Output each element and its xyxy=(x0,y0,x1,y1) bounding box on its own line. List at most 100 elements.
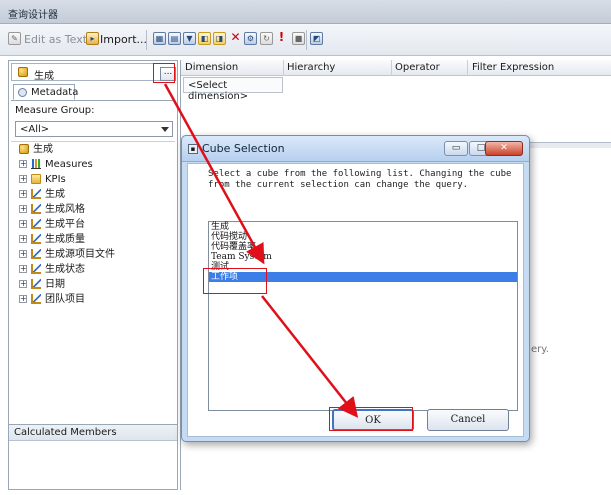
annotation-highlight-ok xyxy=(329,407,413,431)
window-title: 查询设计器 xyxy=(8,10,58,21)
tree-item[interactable]: + 生成风格 xyxy=(11,202,175,217)
chevron-down-icon xyxy=(161,127,169,132)
metadata-icon xyxy=(18,88,27,97)
tree-item-label: 生成 xyxy=(45,189,65,200)
tab-metadata[interactable]: Metadata xyxy=(13,84,79,100)
expand-icon[interactable]: + xyxy=(19,265,27,273)
dimension-icon xyxy=(31,264,41,274)
tree-item[interactable]: + KPIs xyxy=(11,172,175,187)
tree-item[interactable]: + 团队项目 xyxy=(11,292,175,307)
results-note: ery. xyxy=(531,344,549,355)
annotation-highlight-cube xyxy=(203,268,267,294)
select-dimension-cell[interactable]: <Select dimension> xyxy=(183,77,283,102)
window-title-bar: 查询设计器 xyxy=(0,0,611,24)
dialog-title: Cube Selection xyxy=(202,142,285,155)
tree-item-label: 生成状态 xyxy=(45,264,85,275)
expand-icon[interactable]: + xyxy=(19,250,27,258)
tree-item[interactable]: + 生成状态 xyxy=(11,262,175,277)
tree-item[interactable]: + 日期 xyxy=(11,277,175,292)
tab-metadata-label: Metadata xyxy=(31,87,79,98)
add-calculated-member-icon[interactable]: ▦ xyxy=(153,32,166,45)
kpi-icon xyxy=(31,174,41,184)
tree-item-label: 生成质量 xyxy=(45,234,85,245)
toolbar-separator xyxy=(306,30,307,50)
tree-item-label: 生成平台 xyxy=(45,219,85,230)
execute-icon[interactable]: ! xyxy=(275,31,288,45)
metadata-tree: 生成 + Measures + KPIs + 生成 + 生成风格 + 生成平台 xyxy=(11,141,175,425)
dialog-icon: ▪ xyxy=(188,144,198,154)
tree-item-label: KPIs xyxy=(45,174,66,185)
measure-group-select[interactable]: <All> xyxy=(15,121,173,137)
measure-group-value: <All> xyxy=(20,124,50,135)
cube-icon xyxy=(18,67,28,77)
dimension-icon xyxy=(31,219,41,229)
design-mode-icon[interactable]: ◩ xyxy=(310,32,323,45)
expand-icon[interactable]: + xyxy=(19,295,27,303)
expand-icon[interactable]: + xyxy=(19,220,27,228)
col-filter-expression: Filter Expression xyxy=(472,62,555,73)
tree-item[interactable]: + Measures xyxy=(11,157,175,172)
close-button[interactable]: ✕ xyxy=(485,141,523,156)
dialog-message: Select a cube from the following list. C… xyxy=(208,169,512,190)
column-divider xyxy=(391,60,392,76)
cube-selector: 生成 ... xyxy=(11,63,176,82)
auto-execute-icon[interactable]: ◨ xyxy=(213,32,226,45)
col-operator: Operator xyxy=(395,62,440,73)
col-dimension: Dimension xyxy=(185,62,239,73)
expand-icon[interactable]: + xyxy=(19,190,27,198)
cube-list-item[interactable]: Team System xyxy=(209,252,517,262)
dimension-icon xyxy=(31,249,41,259)
calculated-members-pane: Calculated Members xyxy=(8,424,178,490)
cube-list-item[interactable]: 代码覆盖率 xyxy=(209,242,517,252)
cube-list-item[interactable]: 代码搅动 xyxy=(209,232,517,242)
minimize-button[interactable]: ▭ xyxy=(444,141,468,156)
expand-icon[interactable]: + xyxy=(19,175,27,183)
refresh-icon[interactable]: ↻ xyxy=(260,32,273,45)
expand-icon[interactable]: + xyxy=(19,160,27,168)
cube-name: 生成 xyxy=(34,71,54,82)
grid-header: Dimension Hierarchy Operator Filter Expr… xyxy=(181,60,611,76)
annotation-highlight-browse xyxy=(153,63,175,83)
cancel-button[interactable]: Cancel xyxy=(427,409,509,431)
show-empty-cells-icon[interactable]: ◧ xyxy=(198,32,211,45)
dialog-title-bar: ▪ Cube Selection ▭ □ ✕ xyxy=(182,136,529,162)
calculated-members-title: Calculated Members xyxy=(9,425,177,441)
dimension-icon xyxy=(31,234,41,244)
import-icon: ▸ xyxy=(86,32,99,45)
expand-icon[interactable]: + xyxy=(19,235,27,243)
expand-icon[interactable]: + xyxy=(19,205,27,213)
column-divider xyxy=(283,60,284,76)
column-divider xyxy=(467,60,468,76)
measure-group-label: Measure Group: xyxy=(15,105,95,116)
cancel-query-icon[interactable]: ■ xyxy=(292,32,305,45)
delete-x-icon[interactable]: ✕ xyxy=(229,31,242,45)
dimension-icon xyxy=(31,279,41,289)
expand-icon[interactable]: + xyxy=(19,280,27,288)
toolbar-separator xyxy=(146,30,147,50)
tree-item-label: 日期 xyxy=(45,279,65,290)
filter-icon[interactable]: ▼ xyxy=(183,32,196,45)
import-button[interactable]: Import... xyxy=(100,33,147,46)
tree-item-label: 生成 xyxy=(33,144,53,155)
tree-item[interactable]: + 生成 xyxy=(11,187,175,202)
tree-item[interactable]: + 生成质量 xyxy=(11,232,175,247)
col-hierarchy: Hierarchy xyxy=(287,62,336,73)
edit-as-text-icon: ✎ xyxy=(8,32,21,45)
dimension-icon xyxy=(31,189,41,199)
dialog-body: Select a cube from the following list. C… xyxy=(187,163,524,437)
tree-item[interactable]: 生成 xyxy=(11,142,175,157)
edit-as-text-button[interactable]: Edit as Text xyxy=(24,33,87,46)
tab-divider xyxy=(11,100,175,101)
delete-icon[interactable]: ▤ xyxy=(168,32,181,45)
cube-icon xyxy=(19,144,29,154)
tree-item[interactable]: + 生成源项目文件 xyxy=(11,247,175,262)
measures-icon xyxy=(31,159,41,169)
tree-item-label: 团队项目 xyxy=(45,294,85,305)
tree-item-label: 生成风格 xyxy=(45,204,85,215)
cube-list-item[interactable]: 生成 xyxy=(209,222,517,232)
cube-list[interactable]: 生成 代码搅动 代码覆盖率 Team System 测试 工作项 xyxy=(208,221,518,411)
parameters-icon[interactable]: ⚙ xyxy=(244,32,257,45)
tree-item-label: Measures xyxy=(45,159,93,170)
tree-item[interactable]: + 生成平台 xyxy=(11,217,175,232)
toolbar: ✎ Edit as Text ▸ Import... ▦ ▤ ▼ ◧ ◨ ✕ ⚙… xyxy=(0,24,611,56)
